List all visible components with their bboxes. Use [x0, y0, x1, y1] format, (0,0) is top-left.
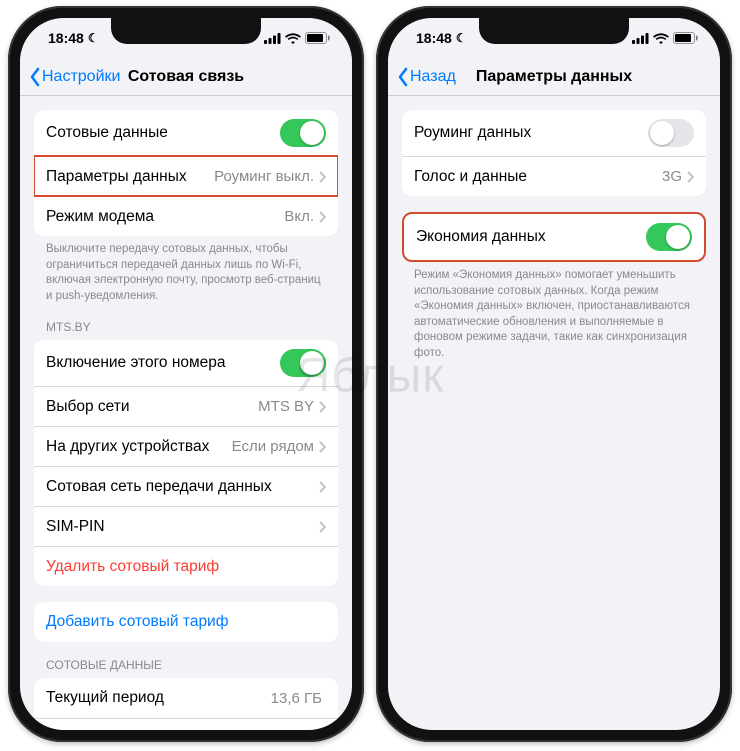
iphone-frame-right: 18:48 ☾ Назад Параметры данных Роуминг д… [376, 6, 732, 742]
nav-bar: Назад Параметры данных [388, 58, 720, 96]
do-not-disturb-icon: ☾ [88, 31, 99, 45]
chevron-right-icon [686, 171, 694, 183]
label: Параметры данных [46, 168, 214, 186]
row-other-devices[interactable]: На других устройствах Если рядом [34, 426, 338, 466]
row-data-options[interactable]: Параметры данных Роуминг выкл. [34, 156, 338, 196]
row-hotspot[interactable]: Режим модема Вкл. [34, 196, 338, 236]
notch [111, 18, 261, 44]
label: Сотовые данные [46, 124, 280, 142]
content: Роуминг данных Голос и данные 3G Экономи… [388, 96, 720, 730]
group-cellular: Сотовые данные Параметры данных Роуминг … [34, 110, 338, 236]
chevron-right-icon [318, 211, 326, 223]
row-low-data[interactable]: Экономия данных [404, 214, 704, 260]
row-delete-plan[interactable]: Удалить сотовый тариф [34, 546, 338, 586]
chevron-right-icon [318, 401, 326, 413]
label: На других устройствах [46, 438, 232, 456]
wifi-icon [653, 33, 669, 44]
label: Удалить сотовый тариф [46, 558, 326, 576]
value: 3G [662, 168, 682, 185]
value: Если рядом [232, 438, 314, 455]
group-carrier: Включение этого номера Выбор сети MTS BY… [34, 340, 338, 586]
wifi-icon [285, 33, 301, 44]
label: Включение этого номера [46, 354, 280, 372]
group-add-plan: Добавить сотовый тариф [34, 602, 338, 642]
header-carrier: MTS.BY [20, 320, 352, 340]
iphone-frame-left: 18:48 ☾ Настройки Сотовая связь Сотовые … [8, 6, 364, 742]
label: Выбор сети [46, 398, 258, 416]
value: 13,6 ГБ [271, 690, 322, 707]
cellular-signal-icon [632, 33, 649, 44]
group-usage: Текущий период 13,6 ГБ Текущий период ро… [34, 678, 338, 730]
label: Текущий период [46, 689, 271, 707]
label: Добавить сотовый тариф [46, 613, 326, 631]
screen: 18:48 ☾ Назад Параметры данных Роуминг д… [388, 18, 720, 730]
row-network-selection[interactable]: Выбор сети MTS BY [34, 386, 338, 426]
label: Голос и данные [414, 168, 662, 186]
nav-bar: Настройки Сотовая связь [20, 58, 352, 96]
back-label: Настройки [42, 68, 120, 86]
group-low-data: Экономия данных [402, 212, 706, 262]
toggle-low-data[interactable] [646, 223, 692, 251]
toggle-line[interactable] [280, 349, 326, 377]
label: Режим модема [46, 208, 284, 226]
toggle-data-roaming[interactable] [648, 119, 694, 147]
row-cellular-data[interactable]: Сотовые данные [34, 110, 338, 156]
row-cellular-network[interactable]: Сотовая сеть передачи данных [34, 466, 338, 506]
label: Экономия данных [416, 228, 646, 246]
label: Сотовая сеть передачи данных [46, 478, 318, 496]
back-button[interactable]: Назад [388, 67, 456, 87]
notch [479, 18, 629, 44]
screen: 18:48 ☾ Настройки Сотовая связь Сотовые … [20, 18, 352, 730]
back-label: Назад [410, 68, 456, 86]
value: Роуминг выкл. [214, 168, 314, 185]
footer-cellular: Выключите передачу сотовых данных, чтобы… [20, 242, 352, 320]
status-time: 18:48 [416, 30, 452, 46]
row-current-period[interactable]: Текущий период 13,6 ГБ [34, 678, 338, 718]
chevron-right-icon [318, 521, 326, 533]
back-button[interactable]: Настройки [20, 67, 120, 87]
header-usage: СОТОВЫЕ ДАННЫЕ [20, 658, 352, 678]
status-right [264, 32, 330, 44]
chevron-right-icon [318, 441, 326, 453]
battery-icon [305, 32, 330, 44]
chevron-right-icon [318, 481, 326, 493]
do-not-disturb-icon: ☾ [456, 31, 467, 45]
status-right [632, 32, 698, 44]
status-time: 18:48 [48, 30, 84, 46]
row-sim-pin[interactable]: SIM-PIN [34, 506, 338, 546]
footer-low-data: Режим «Экономия данных» помогает уменьши… [388, 268, 720, 377]
toggle-cellular-data[interactable] [280, 119, 326, 147]
chevron-right-icon [318, 171, 326, 183]
chevron-left-icon [396, 67, 410, 87]
row-add-plan[interactable]: Добавить сотовый тариф [34, 602, 338, 642]
value: Вкл. [284, 208, 314, 225]
row-turn-on-line[interactable]: Включение этого номера [34, 340, 338, 386]
content: Сотовые данные Параметры данных Роуминг … [20, 96, 352, 730]
row-data-roaming[interactable]: Роуминг данных [402, 110, 706, 156]
cellular-signal-icon [264, 33, 281, 44]
row-voice-data[interactable]: Голос и данные 3G [402, 156, 706, 196]
group-roaming-voice: Роуминг данных Голос и данные 3G [402, 110, 706, 196]
label: SIM-PIN [46, 518, 318, 536]
row-roaming-period[interactable]: Текущий период роуминга 0,4 КБ [34, 718, 338, 730]
chevron-left-icon [28, 67, 42, 87]
value: MTS BY [258, 398, 314, 415]
battery-icon [673, 32, 698, 44]
label: Роуминг данных [414, 124, 648, 142]
